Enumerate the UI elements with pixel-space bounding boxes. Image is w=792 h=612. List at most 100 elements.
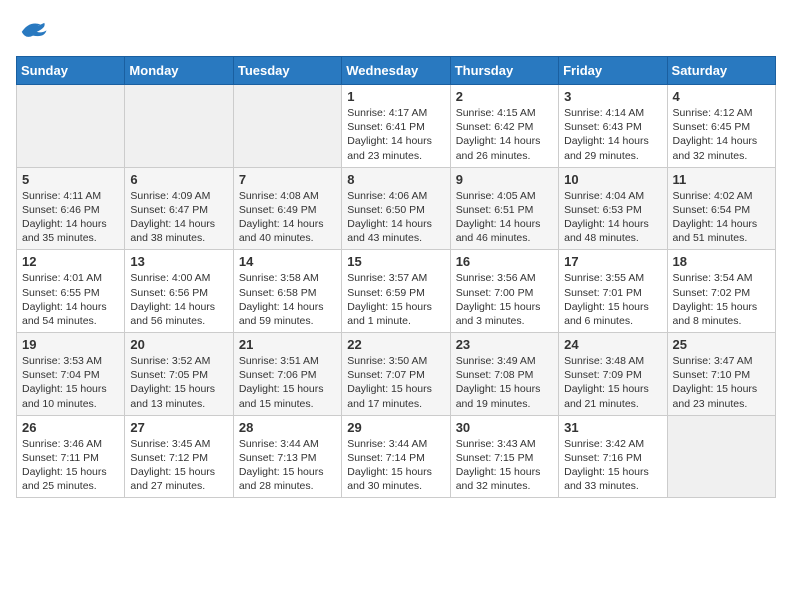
calendar-cell: 28Sunrise: 3:44 AM Sunset: 7:13 PM Dayli… (233, 415, 341, 498)
day-number: 4 (673, 89, 770, 104)
days-of-week-row: SundayMondayTuesdayWednesdayThursdayFrid… (17, 57, 776, 85)
day-number: 1 (347, 89, 444, 104)
day-content: Sunrise: 3:56 AM Sunset: 7:00 PM Dayligh… (456, 271, 553, 328)
calendar-cell: 31Sunrise: 3:42 AM Sunset: 7:16 PM Dayli… (559, 415, 667, 498)
logo (16, 16, 50, 44)
calendar-cell: 6Sunrise: 4:09 AM Sunset: 6:47 PM Daylig… (125, 167, 233, 250)
week-row-1: 1 Sunrise: 4:17 AM Sunset: 6:41 PM Daylig… (17, 85, 776, 168)
day-content: Sunrise: 3:53 AM Sunset: 7:04 PM Dayligh… (22, 354, 119, 411)
day-content: Sunrise: 3:50 AM Sunset: 7:07 PM Dayligh… (347, 354, 444, 411)
logo-bird-icon (18, 16, 48, 44)
day-content: Sunrise: 3:46 AM Sunset: 7:11 PM Dayligh… (22, 437, 119, 494)
calendar-cell: 11 Sunrise: 4:02 AM Sunset: 6:54 PM Dayli… (667, 167, 775, 250)
day-number: 5 (22, 172, 119, 187)
day-header-monday: Monday (125, 57, 233, 85)
day-content: Sunrise: 3:47 AM Sunset: 7:10 PM Dayligh… (673, 354, 770, 411)
day-number: 28 (239, 420, 336, 435)
calendar-cell: 27 Sunrise: 3:45 AM Sunset: 7:12 PM Dayli… (125, 415, 233, 498)
day-number: 15 (347, 254, 444, 269)
day-content: Sunrise: 4:14 AM Sunset: 6:43 PM Dayligh… (564, 106, 661, 163)
day-number: 16 (456, 254, 553, 269)
week-row-2: 5Sunrise: 4:11 AM Sunset: 6:46 PM Daylig… (17, 167, 776, 250)
calendar-cell: 13 Sunrise: 4:00 AM Sunset: 6:56 PM Dayli… (125, 250, 233, 333)
week-row-3: 12 Sunrise: 4:01 AM Sunset: 6:55 PM Dayli… (17, 250, 776, 333)
day-number: 9 (456, 172, 553, 187)
day-content: Sunrise: 4:04 AM Sunset: 6:53 PM Dayligh… (564, 189, 661, 246)
day-number: 27 (130, 420, 227, 435)
day-content: Sunrise: 3:45 AM Sunset: 7:12 PM Dayligh… (130, 437, 227, 494)
day-content: Sunrise: 3:51 AM Sunset: 7:06 PM Dayligh… (239, 354, 336, 411)
day-content: Sunrise: 4:15 AM Sunset: 6:42 PM Dayligh… (456, 106, 553, 163)
calendar-cell: 10 Sunrise: 4:04 AM Sunset: 6:53 PM Dayli… (559, 167, 667, 250)
week-row-4: 19Sunrise: 3:53 AM Sunset: 7:04 PM Dayli… (17, 333, 776, 416)
day-number: 22 (347, 337, 444, 352)
calendar-cell: 3 Sunrise: 4:14 AM Sunset: 6:43 PM Daylig… (559, 85, 667, 168)
day-content: Sunrise: 4:12 AM Sunset: 6:45 PM Dayligh… (673, 106, 770, 163)
calendar-cell: 12 Sunrise: 4:01 AM Sunset: 6:55 PM Dayli… (17, 250, 125, 333)
calendar-header: SundayMondayTuesdayWednesdayThursdayFrid… (17, 57, 776, 85)
day-header-thursday: Thursday (450, 57, 558, 85)
calendar-cell: 23 Sunrise: 3:49 AM Sunset: 7:08 PM Dayli… (450, 333, 558, 416)
calendar-cell (125, 85, 233, 168)
calendar-cell: 24 Sunrise: 3:48 AM Sunset: 7:09 PM Dayli… (559, 333, 667, 416)
day-number: 6 (130, 172, 227, 187)
day-number: 23 (456, 337, 553, 352)
day-content: Sunrise: 4:05 AM Sunset: 6:51 PM Dayligh… (456, 189, 553, 246)
day-number: 20 (130, 337, 227, 352)
calendar-body: 1 Sunrise: 4:17 AM Sunset: 6:41 PM Daylig… (17, 85, 776, 498)
day-content: Sunrise: 3:54 AM Sunset: 7:02 PM Dayligh… (673, 271, 770, 328)
day-content: Sunrise: 4:06 AM Sunset: 6:50 PM Dayligh… (347, 189, 444, 246)
calendar-cell: 30Sunrise: 3:43 AM Sunset: 7:15 PM Dayli… (450, 415, 558, 498)
day-content: Sunrise: 3:55 AM Sunset: 7:01 PM Dayligh… (564, 271, 661, 328)
day-content: Sunrise: 3:49 AM Sunset: 7:08 PM Dayligh… (456, 354, 553, 411)
calendar-cell: 5Sunrise: 4:11 AM Sunset: 6:46 PM Daylig… (17, 167, 125, 250)
day-content: Sunrise: 4:02 AM Sunset: 6:54 PM Dayligh… (673, 189, 770, 246)
calendar-cell: 9 Sunrise: 4:05 AM Sunset: 6:51 PM Daylig… (450, 167, 558, 250)
day-content: Sunrise: 3:44 AM Sunset: 7:14 PM Dayligh… (347, 437, 444, 494)
week-row-5: 26 Sunrise: 3:46 AM Sunset: 7:11 PM Dayli… (17, 415, 776, 498)
calendar-cell: 26 Sunrise: 3:46 AM Sunset: 7:11 PM Dayli… (17, 415, 125, 498)
day-number: 18 (673, 254, 770, 269)
day-number: 3 (564, 89, 661, 104)
day-number: 7 (239, 172, 336, 187)
day-content: Sunrise: 3:58 AM Sunset: 6:58 PM Dayligh… (239, 271, 336, 328)
day-number: 11 (673, 172, 770, 187)
day-number: 17 (564, 254, 661, 269)
day-content: Sunrise: 3:52 AM Sunset: 7:05 PM Dayligh… (130, 354, 227, 411)
day-number: 8 (347, 172, 444, 187)
day-header-sunday: Sunday (17, 57, 125, 85)
calendar-cell: 18 Sunrise: 3:54 AM Sunset: 7:02 PM Dayli… (667, 250, 775, 333)
calendar-cell (233, 85, 341, 168)
page-header (16, 16, 776, 44)
day-number: 2 (456, 89, 553, 104)
day-content: Sunrise: 4:00 AM Sunset: 6:56 PM Dayligh… (130, 271, 227, 328)
calendar-cell: 8 Sunrise: 4:06 AM Sunset: 6:50 PM Daylig… (342, 167, 450, 250)
calendar-cell: 21Sunrise: 3:51 AM Sunset: 7:06 PM Dayli… (233, 333, 341, 416)
calendar-cell: 2 Sunrise: 4:15 AM Sunset: 6:42 PM Daylig… (450, 85, 558, 168)
calendar-table: SundayMondayTuesdayWednesdayThursdayFrid… (16, 56, 776, 498)
calendar-cell: 1 Sunrise: 4:17 AM Sunset: 6:41 PM Daylig… (342, 85, 450, 168)
day-header-friday: Friday (559, 57, 667, 85)
day-header-wednesday: Wednesday (342, 57, 450, 85)
day-number: 10 (564, 172, 661, 187)
day-content: Sunrise: 3:48 AM Sunset: 7:09 PM Dayligh… (564, 354, 661, 411)
calendar-cell: 22 Sunrise: 3:50 AM Sunset: 7:07 PM Dayli… (342, 333, 450, 416)
calendar-cell: 19Sunrise: 3:53 AM Sunset: 7:04 PM Dayli… (17, 333, 125, 416)
day-number: 24 (564, 337, 661, 352)
day-number: 26 (22, 420, 119, 435)
day-header-tuesday: Tuesday (233, 57, 341, 85)
day-content: Sunrise: 3:57 AM Sunset: 6:59 PM Dayligh… (347, 271, 444, 328)
calendar-cell (17, 85, 125, 168)
calendar-cell: 20 Sunrise: 3:52 AM Sunset: 7:05 PM Dayli… (125, 333, 233, 416)
day-content: Sunrise: 4:17 AM Sunset: 6:41 PM Dayligh… (347, 106, 444, 163)
calendar-cell: 29Sunrise: 3:44 AM Sunset: 7:14 PM Dayli… (342, 415, 450, 498)
day-number: 30 (456, 420, 553, 435)
day-content: Sunrise: 4:01 AM Sunset: 6:55 PM Dayligh… (22, 271, 119, 328)
calendar-cell (667, 415, 775, 498)
day-header-saturday: Saturday (667, 57, 775, 85)
calendar-cell: 17 Sunrise: 3:55 AM Sunset: 7:01 PM Dayli… (559, 250, 667, 333)
calendar-cell: 25Sunrise: 3:47 AM Sunset: 7:10 PM Dayli… (667, 333, 775, 416)
calendar-cell: 14Sunrise: 3:58 AM Sunset: 6:58 PM Dayli… (233, 250, 341, 333)
day-number: 13 (130, 254, 227, 269)
day-number: 12 (22, 254, 119, 269)
